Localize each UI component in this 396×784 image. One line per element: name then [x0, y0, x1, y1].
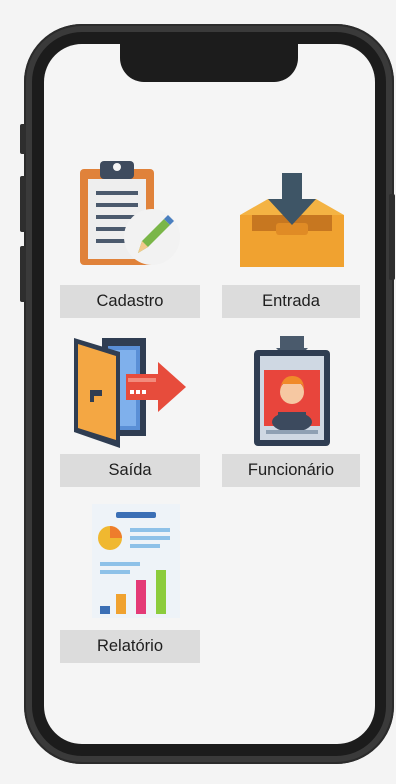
clipboard-edit-icon: [78, 157, 184, 269]
inbox-download-icon: [238, 171, 346, 271]
power-button: [389, 194, 395, 280]
volume-down-button: [20, 246, 26, 302]
employee-badge-icon: [252, 336, 332, 448]
relatorio-label: Relatório: [60, 630, 200, 663]
cadastro-label: Cadastro: [60, 285, 200, 318]
menu-item-cadastro[interactable]: Cadastro: [60, 155, 200, 318]
saida-label: Saída: [60, 454, 200, 487]
report-chart-icon: [90, 502, 182, 620]
entrada-label: Entrada: [222, 285, 360, 318]
funcionario-label: Funcionário: [222, 454, 360, 487]
mute-switch: [20, 124, 26, 154]
menu-item-relatorio[interactable]: Relatório: [60, 502, 200, 664]
menu-item-entrada[interactable]: Entrada: [222, 155, 360, 318]
notch: [120, 44, 298, 82]
exit-door-icon: [72, 336, 190, 448]
volume-up-button: [20, 176, 26, 232]
menu-item-saida[interactable]: Saída: [60, 336, 200, 488]
menu-item-funcionario[interactable]: Funcionário: [222, 336, 360, 488]
